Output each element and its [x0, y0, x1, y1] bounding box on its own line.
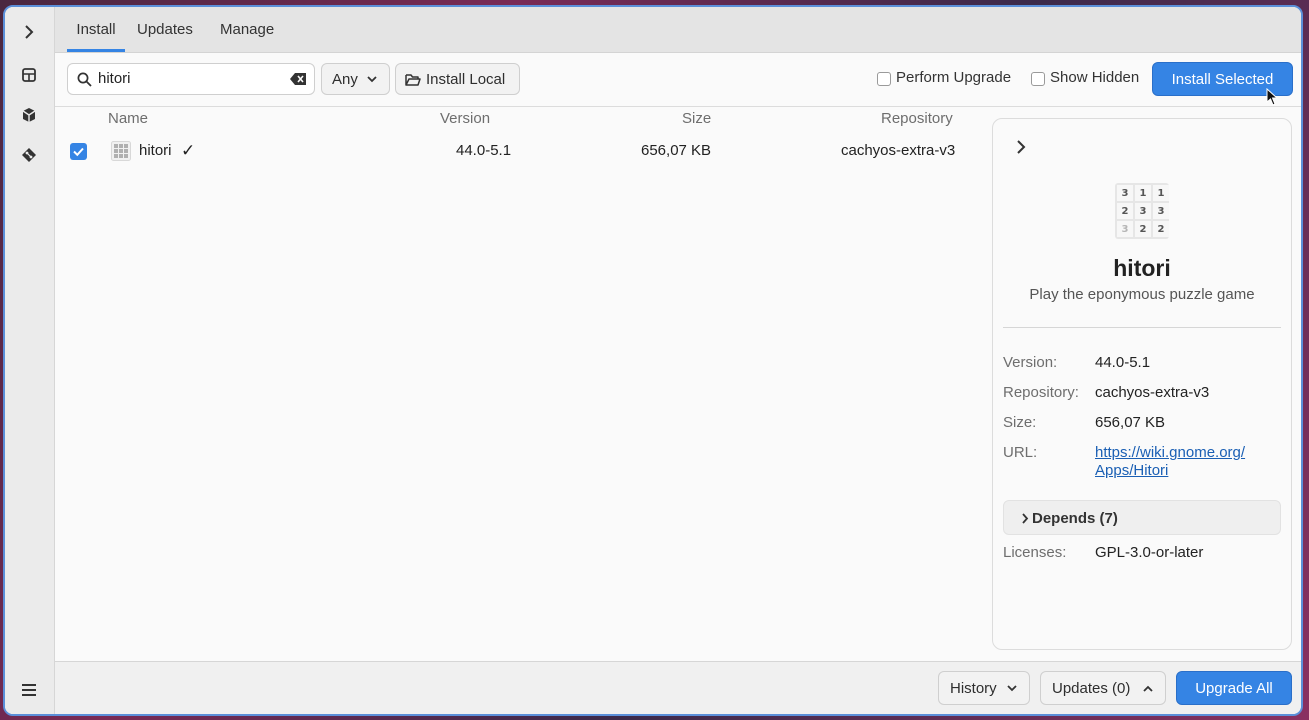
column-header-name[interactable]: Name	[108, 110, 148, 127]
icon-grid-cell: 3	[1117, 185, 1133, 201]
version-value: 44.0-5.1	[1095, 354, 1151, 371]
install-view-icon[interactable]	[16, 62, 42, 88]
updates-dropdown[interactable]: Updates (0)	[1040, 671, 1166, 705]
installed-check-icon: ✓	[181, 141, 196, 160]
repository-value: cachyos-extra-v3	[1095, 384, 1210, 401]
icon-grid-cell: 3	[1135, 203, 1151, 219]
depends-label: Depends (7)	[1032, 510, 1118, 527]
install-local-button[interactable]: Install Local	[395, 63, 520, 95]
url-link[interactable]: https://wiki.gnome.org/ Apps/Hitori	[1095, 444, 1245, 480]
version-label: Version:	[1003, 354, 1058, 371]
app-window: Install Updates Manage hitori Any Instal…	[3, 5, 1303, 716]
show-hidden-checkbox[interactable]	[1031, 72, 1045, 86]
collapse-panel-icon[interactable]	[1015, 139, 1027, 155]
chevron-down-icon	[367, 76, 377, 83]
chevron-down-icon	[1007, 685, 1017, 692]
search-input[interactable]: hitori	[67, 63, 315, 95]
hitori-app-icon	[111, 141, 131, 161]
show-hidden-label: Show Hidden	[1050, 69, 1140, 86]
url-line-1: https://wiki.gnome.org/	[1095, 444, 1246, 461]
size-label: Size:	[1003, 414, 1037, 431]
icon-grid-cell: 1	[1153, 185, 1169, 201]
package-summary: Play the eponymous puzzle game	[1029, 286, 1255, 303]
row-version: 44.0-5.1	[456, 142, 512, 159]
chevron-right-icon	[1022, 513, 1029, 524]
expand-sidebar-icon[interactable]	[16, 19, 42, 45]
sidebar-footer	[5, 661, 54, 714]
filter-selected-value: Any	[332, 70, 358, 88]
icon-grid-cell: 1	[1135, 185, 1151, 201]
tab-updates[interactable]: Updates	[137, 7, 193, 52]
row-size: 656,07 KB	[641, 142, 712, 159]
package-icon-large: 311233322	[1115, 183, 1169, 239]
icon-grid-cell: 3	[1153, 203, 1169, 219]
repository-filter-dropdown[interactable]: Any	[321, 63, 390, 95]
divider	[1003, 327, 1281, 328]
size-value: 656,07 KB	[1095, 414, 1166, 431]
package-icon[interactable]	[16, 102, 42, 128]
clear-search-icon[interactable]	[290, 73, 306, 85]
column-header-size[interactable]: Size	[682, 110, 711, 127]
tab-manage[interactable]: Manage	[220, 7, 274, 52]
install-local-label: Install Local	[426, 70, 506, 88]
icon-grid-cell: 3	[1117, 221, 1133, 237]
perform-upgrade-checkbox[interactable]	[877, 72, 891, 86]
search-icon	[77, 72, 92, 87]
toolbar: hitori Any Install Local Perform Upgrade…	[55, 53, 1301, 107]
bottom-bar: History Updates (0) Upgrade All	[55, 661, 1301, 714]
view-tabs: Install Updates Manage	[55, 7, 1301, 53]
column-header-repository[interactable]: Repository	[881, 110, 953, 127]
sidebar	[5, 7, 55, 714]
menu-icon[interactable]	[16, 677, 42, 703]
package-title: hitori	[1113, 255, 1171, 281]
column-header-version[interactable]: Version	[440, 110, 490, 127]
row-package-name: hitori	[139, 142, 172, 159]
git-icon[interactable]	[16, 142, 42, 168]
chevron-up-icon	[1143, 685, 1153, 692]
licenses-value: GPL-3.0-or-later	[1095, 544, 1204, 561]
row-repository: cachyos-extra-v3	[841, 142, 956, 159]
updates-label: Updates (0)	[1052, 679, 1131, 697]
history-label: History	[950, 679, 997, 697]
upgrade-all-button[interactable]: Upgrade All	[1176, 671, 1292, 705]
mouse-cursor-icon	[1266, 88, 1278, 106]
tab-install[interactable]: Install	[67, 7, 125, 52]
row-select-checkbox[interactable]	[70, 143, 87, 160]
icon-grid-cell: 2	[1153, 221, 1169, 237]
search-value: hitori	[98, 70, 131, 87]
repository-label: Repository:	[1003, 384, 1079, 401]
url-label: URL:	[1003, 444, 1038, 461]
history-dropdown[interactable]: History	[938, 671, 1030, 705]
package-detail-panel: 311233322 hitori Play the eponymous puzz…	[992, 118, 1292, 650]
perform-upgrade-label: Perform Upgrade	[896, 69, 1012, 86]
url-line-2: Apps/Hitori	[1095, 462, 1169, 479]
icon-grid-cell: 2	[1135, 221, 1151, 237]
folder-open-icon	[405, 74, 421, 86]
icon-grid-cell: 2	[1117, 203, 1133, 219]
depends-expander[interactable]: Depends (7)	[1003, 500, 1281, 535]
licenses-label: Licenses:	[1003, 544, 1067, 561]
